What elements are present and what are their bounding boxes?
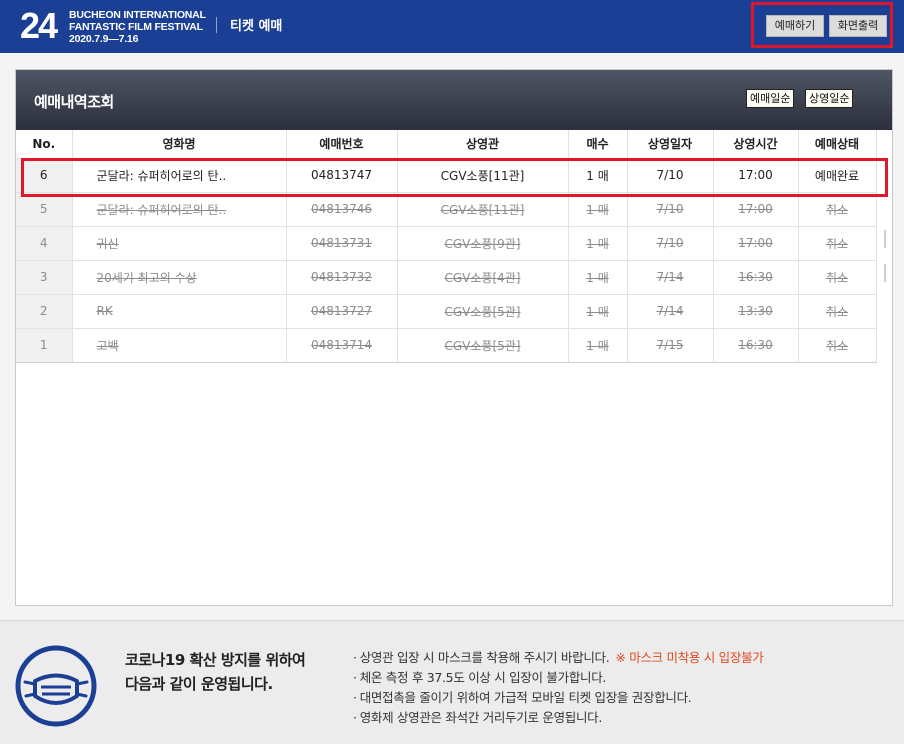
- cell-tickets: 1 매: [568, 259, 628, 294]
- cell-no: 3: [16, 259, 73, 294]
- cell-venue: CGV소풍[9관]: [397, 225, 569, 260]
- cell-title[interactable]: 귀신: [72, 225, 287, 260]
- festival-logo-text: BUCHEON INTERNATIONAL FANTASTIC FILM FES…: [69, 9, 206, 45]
- cell-status: 취소: [798, 327, 877, 363]
- notice-list: 상영관 입장 시 마스크를 착용해 주시기 바랍니다. ※ 마스크 미착용 시 입…: [353, 648, 764, 728]
- table-row[interactable]: 3 20세기 최고의 수상 04813732 CGV소풍[4관] 1 매 7/1…: [16, 259, 877, 294]
- festival-logo-number: 24: [20, 5, 58, 46]
- cell-tickets: 1 매: [568, 327, 628, 363]
- book-button[interactable]: 예매하기: [766, 15, 824, 37]
- cell-tickets: 1 매: [568, 225, 628, 260]
- cell-venue: CGV소풍[11관]: [397, 191, 569, 226]
- cell-title[interactable]: RK: [72, 293, 287, 328]
- cell-no: 1: [16, 327, 73, 363]
- covid-notice: 코로나19 확산 방지를 위하여 다음과 같이 운영됩니다. 상영관 입장 시 …: [0, 620, 904, 744]
- panel-title: 예매내역조회: [34, 93, 114, 111]
- cell-time: 17:00: [713, 157, 799, 192]
- header-button-group: 예매하기 화면출력: [751, 2, 893, 48]
- cell-tickets: 1 매: [568, 191, 628, 226]
- table-row[interactable]: 5 군달라: 슈퍼히어로의 탄.. 04813746 CGV소풍[11관] 1 …: [16, 191, 877, 226]
- col-header-venue: 상영관: [397, 130, 569, 158]
- cell-no: 5: [16, 191, 73, 226]
- cell-date: 7/10: [627, 191, 714, 226]
- scrollbar-segment: [884, 264, 886, 282]
- notice-heading-line-2: 다음과 같이 운영됩니다.: [125, 675, 273, 693]
- notice-warning: ※ 마스크 미착용 시 입장불가: [615, 650, 764, 665]
- notice-item-text: 상영관 입장 시 마스크를 착용해 주시기 바랍니다.: [359, 650, 610, 665]
- cell-time: 16:30: [713, 327, 799, 363]
- col-header-time: 상영시간: [713, 130, 799, 158]
- cell-venue: CGV소풍[5관]: [397, 327, 569, 363]
- panel-header: 예매내역조회 예매일순 상영일순: [16, 70, 892, 130]
- col-header-booking-number: 예매번호: [286, 130, 398, 158]
- cell-status: 취소: [798, 225, 877, 260]
- cell-booking-number: 04813732: [286, 259, 398, 294]
- cell-date: 7/14: [627, 259, 714, 294]
- table-header-row: No. 영화명 예매번호 상영관 매수 상영일자 상영시간 예매상태: [16, 130, 877, 158]
- cell-time: 16:30: [713, 259, 799, 294]
- col-header-tickets: 매수: [568, 130, 628, 158]
- cell-status: 취소: [798, 191, 877, 226]
- sort-by-screening-date-button[interactable]: 상영일순: [805, 89, 854, 108]
- col-header-title: 영화명: [72, 130, 287, 158]
- logo-line-2: FANTASTIC FILM FESTIVAL: [69, 21, 203, 33]
- notice-item: 상영관 입장 시 마스크를 착용해 주시기 바랍니다. ※ 마스크 미착용 시 입…: [353, 648, 764, 668]
- reservation-panel: 예매내역조회 예매일순 상영일순 No. 영화명 예매번호 상영관 매수 상영일…: [15, 69, 893, 606]
- cell-status: 예매완료: [798, 157, 877, 192]
- table-row[interactable]: 6 군달라: 슈퍼히어로의 탄.. 04813747 CGV소풍[11관] 1 …: [16, 157, 877, 192]
- cell-no: 4: [16, 225, 73, 260]
- cell-booking-number: 04813727: [286, 293, 398, 328]
- col-header-status: 예매상태: [798, 130, 877, 158]
- cell-title[interactable]: 고백: [72, 327, 287, 363]
- cell-tickets: 1 매: [568, 293, 628, 328]
- cell-tickets: 1 매: [568, 157, 628, 192]
- mask-icon: [15, 645, 97, 727]
- cell-booking-number: 04813714: [286, 327, 398, 363]
- cell-date: 7/10: [627, 157, 714, 192]
- cell-venue: CGV소풍[4관]: [397, 259, 569, 294]
- top-header: 24 BUCHEON INTERNATIONAL FANTASTIC FILM …: [0, 0, 904, 53]
- notice-heading-line-1: 코로나19 확산 방지를 위하여: [125, 651, 306, 669]
- notice-item: 대면접촉을 줄이기 위하여 가급적 모바일 티켓 입장을 권장합니다.: [353, 688, 763, 708]
- cell-date: 7/10: [627, 225, 714, 260]
- notice-item: 영화제 상영관은 좌석간 거리두기로 운영됩니다.: [353, 708, 763, 728]
- reservation-table: No. 영화명 예매번호 상영관 매수 상영일자 상영시간 예매상태 6 군달라…: [16, 130, 877, 363]
- col-header-date: 상영일자: [627, 130, 714, 158]
- cell-no: 2: [16, 293, 73, 328]
- header-divider: [216, 17, 217, 33]
- cell-no: 6: [16, 157, 73, 192]
- print-screen-button[interactable]: 화면출력: [829, 15, 887, 37]
- logo-line-1: BUCHEON INTERNATIONAL: [69, 9, 206, 21]
- cell-time: 13:30: [713, 293, 799, 328]
- table-row[interactable]: 2 RK 04813727 CGV소풍[5관] 1 매 7/14 13:30 취…: [16, 293, 877, 328]
- notice-item: 체온 측정 후 37.5도 이상 시 입장이 불가합니다.: [353, 668, 763, 688]
- cell-date: 7/14: [627, 293, 714, 328]
- cell-venue: CGV소풍[5관]: [397, 293, 569, 328]
- notice-heading: 코로나19 확산 방지를 위하여 다음과 같이 운영됩니다.: [125, 648, 306, 696]
- table-row[interactable]: 4 귀신 04813731 CGV소풍[9관] 1 매 7/10 17:00 취…: [16, 225, 877, 260]
- scrollbar-segment: [884, 230, 886, 248]
- col-header-no: No.: [16, 130, 73, 158]
- cell-status: 취소: [798, 293, 877, 328]
- cell-title[interactable]: 군달라: 슈퍼히어로의 탄..: [72, 191, 287, 226]
- logo-dates: 2020.7.9—7.16: [69, 33, 139, 45]
- cell-time: 17:00: [713, 191, 799, 226]
- cell-date: 7/15: [627, 327, 714, 363]
- cell-venue: CGV소풍[11관]: [397, 157, 569, 192]
- cell-title[interactable]: 20세기 최고의 수상: [72, 259, 287, 294]
- cell-booking-number: 04813731: [286, 225, 398, 260]
- app-title: 티켓 예매: [230, 19, 283, 34]
- cell-title[interactable]: 군달라: 슈퍼히어로의 탄..: [72, 157, 287, 192]
- cell-booking-number: 04813747: [286, 157, 398, 192]
- table-row[interactable]: 1 고백 04813714 CGV소풍[5관] 1 매 7/15 16:30 취…: [16, 327, 877, 363]
- sort-by-booking-date-button[interactable]: 예매일순: [746, 89, 795, 108]
- cell-status: 취소: [798, 259, 877, 294]
- cell-time: 17:00: [713, 225, 799, 260]
- cell-booking-number: 04813746: [286, 191, 398, 226]
